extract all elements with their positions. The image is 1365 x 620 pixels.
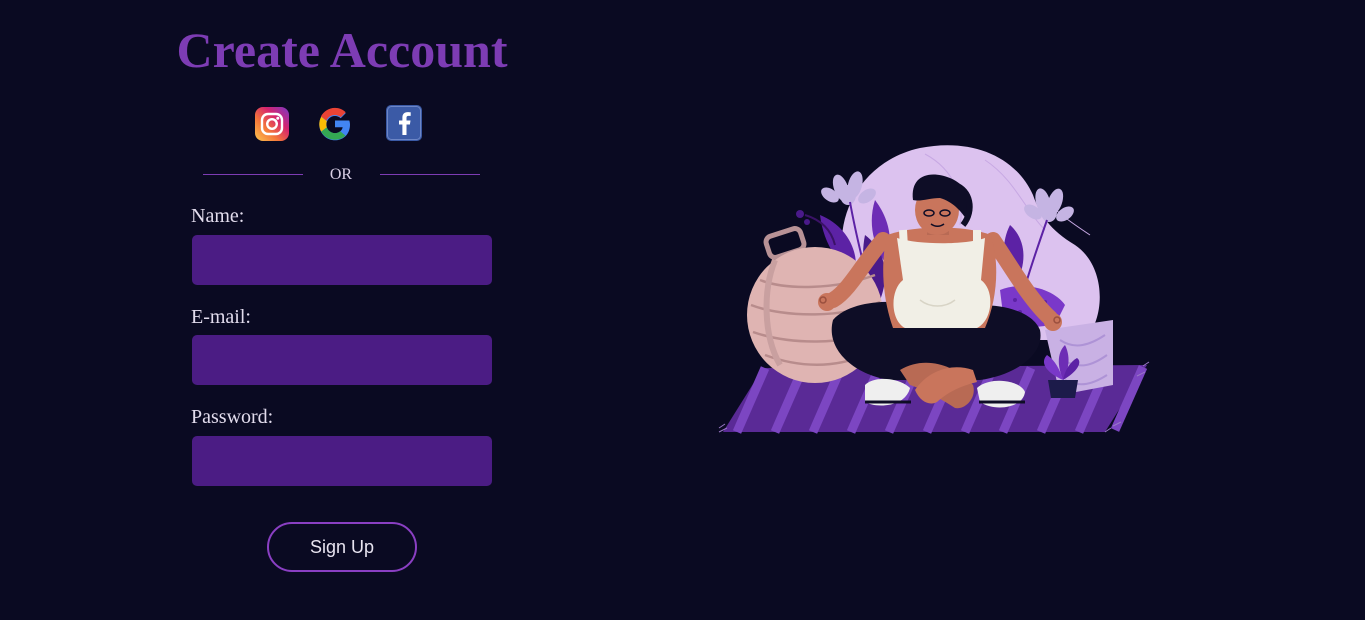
name-label: Name: bbox=[191, 205, 245, 227]
divider-left bbox=[203, 174, 303, 175]
social-login-row bbox=[0, 104, 684, 144]
divider-right bbox=[380, 174, 480, 175]
email-label: E-mail: bbox=[191, 306, 251, 328]
page-title: Create Account bbox=[176, 22, 508, 78]
sign-up-button[interactable]: Sign Up bbox=[267, 522, 417, 572]
facebook-login-button[interactable] bbox=[386, 105, 422, 141]
instagram-login-button[interactable] bbox=[255, 107, 289, 141]
password-input[interactable] bbox=[192, 436, 492, 486]
facebook-icon bbox=[386, 105, 422, 141]
google-login-button[interactable] bbox=[315, 104, 355, 144]
password-label: Password: bbox=[191, 406, 274, 428]
instagram-icon bbox=[255, 107, 289, 141]
name-input[interactable] bbox=[192, 235, 492, 285]
divider-or-text: OR bbox=[329, 166, 353, 183]
signup-form: Create Account OR Name: E-mail: Password… bbox=[0, 0, 684, 620]
google-icon bbox=[315, 104, 355, 144]
meditation-illustration bbox=[715, 140, 1155, 440]
email-input[interactable] bbox=[192, 335, 492, 385]
